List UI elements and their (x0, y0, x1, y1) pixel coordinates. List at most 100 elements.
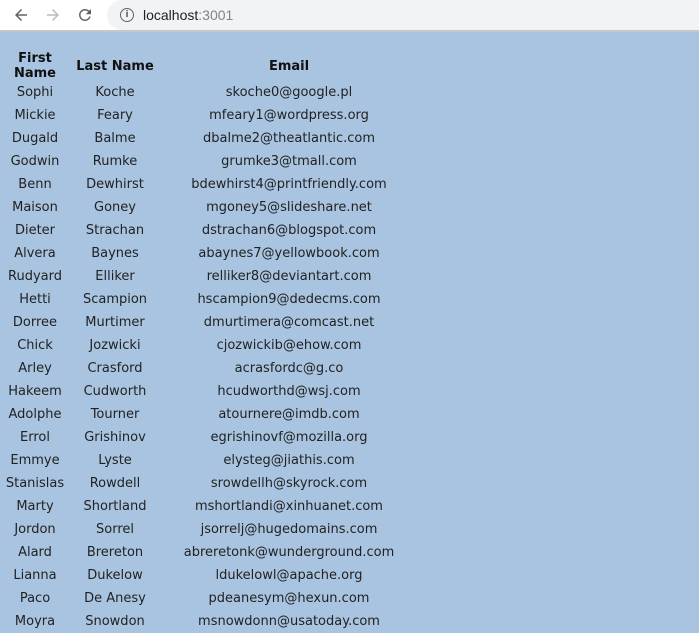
last-name-cell: Tourner (90, 407, 140, 422)
email-cell: hscampion9@dedecms.com (197, 292, 381, 307)
last-name-cell: De Anesy (84, 591, 146, 606)
email-cell: cjozwickib@ehow.com (216, 338, 362, 353)
last-name-cell: Feary (97, 108, 133, 123)
header-first-name: First Name (13, 51, 56, 81)
first-name-cell: Maison (12, 200, 58, 215)
email-cell: elysteg@jiathis.com (223, 453, 355, 468)
email-cell: msnowdonn@usatoday.com (198, 614, 380, 629)
email-cell: dstrachan6@blogspot.com (201, 223, 377, 238)
back-button[interactable] (5, 0, 37, 30)
last-name-cell: Dewhirst (86, 177, 144, 192)
table-row: Moyra Snowdon msnowdonn@usatoday.com (0, 610, 418, 633)
users-table: First Name Last Name Email Sophi Koche sko… (0, 51, 418, 633)
last-name-cell: Strachan (85, 223, 145, 238)
email-cell: acrasfordc@g.co (234, 361, 344, 376)
table-header-row: First Name Last Name Email (0, 51, 418, 81)
email-cell: mshortlandi@xinhuanet.com (195, 499, 383, 514)
email-cell: dbalme2@theatlantic.com (203, 131, 375, 146)
table-row: Paco De Anesy pdeanesym@hexun.com (0, 587, 418, 610)
first-name-cell: Emmye (10, 453, 60, 468)
email-cell: pdeanesym@hexun.com (208, 591, 370, 606)
first-name-cell: Dieter (14, 223, 56, 238)
first-name-cell: Chick (17, 338, 53, 353)
first-name-cell: Marty (16, 499, 54, 514)
email-cell: mgoney5@slideshare.net (206, 200, 372, 215)
email-cell: atournere@imdb.com (218, 407, 360, 422)
email-cell: egrishinovf@mozilla.org (210, 430, 368, 445)
last-name-cell: Scampion (82, 292, 148, 307)
first-name-cell: Benn (18, 177, 52, 192)
header-email: Email (268, 58, 310, 74)
url-port: :3001 (198, 7, 234, 23)
last-name-cell: Baynes (91, 246, 139, 261)
arrow-left-icon (15, 9, 27, 21)
table-row: Alvera Baynes abaynes7@yellowbook.com (0, 242, 418, 265)
table-row: Alard Brereton abreretonk@wunderground.com (0, 541, 418, 564)
first-name-cell: Mickie (14, 108, 56, 123)
last-name-cell: Brereton (86, 545, 144, 560)
last-name-cell: Rumke (92, 154, 138, 169)
table-row: Errol Grishinov egrishinovf@mozilla.org (0, 426, 418, 449)
last-name-cell: Cudworth (83, 384, 147, 399)
email-cell: mfeary1@wordpress.org (209, 108, 369, 123)
last-name-cell: Sorrel (96, 522, 134, 537)
email-cell: srowdellh@skyrock.com (210, 476, 368, 491)
last-name-cell: Balme (94, 131, 136, 146)
table-body: Sophi Koche skoche0@google.pl Mickie Feary mf… (0, 81, 418, 633)
table-row: Stanislas Rowdell srowdellh@skyrock.com (0, 472, 418, 495)
last-name-cell: Murtimer (85, 315, 145, 330)
address-bar[interactable]: i localhost:3001 (107, 0, 699, 30)
last-name-cell: Lyste (98, 453, 132, 468)
table-row: Dieter Strachan dstrachan6@blogspot.com (0, 219, 418, 242)
last-name-cell: Koche (95, 85, 135, 100)
first-name-cell: Alard (18, 545, 52, 560)
first-name-cell: Lianna (13, 568, 57, 583)
first-name-cell: Alvera (14, 246, 56, 261)
table-row: Lianna Dukelow ldukelowl@apache.org (0, 564, 418, 587)
url-text[interactable]: localhost:3001 (143, 7, 233, 23)
info-icon[interactable]: i (120, 8, 134, 22)
table-row: Jordon Sorrel jsorrelj@hugedomains.com (0, 518, 418, 541)
first-name-cell: Hakeem (8, 384, 62, 399)
reload-icon (78, 8, 91, 21)
table-row: Maison Goney mgoney5@slideshare.net (0, 196, 418, 219)
reload-button[interactable] (69, 0, 101, 30)
table-row: Arley Crasford acrasfordc@g.co (0, 357, 418, 380)
first-name-cell: Paco (19, 591, 51, 606)
first-name-cell: Godwin (10, 154, 60, 169)
last-name-cell: Shortland (83, 499, 147, 514)
first-name-cell: Adolphe (8, 407, 62, 422)
last-name-cell: Crasford (87, 361, 143, 376)
table-row: Mickie Feary mfeary1@wordpress.org (0, 104, 418, 127)
first-name-cell: Sophi (16, 85, 54, 100)
table-row: Marty Shortland mshortlandi@xinhuanet.com (0, 495, 418, 518)
email-cell: jsorrelj@hugedomains.com (200, 522, 378, 537)
table-row: Chick Jozwicki cjozwickib@ehow.com (0, 334, 418, 357)
last-name-cell: Rowdell (89, 476, 141, 491)
table-row: Hetti Scampion hscampion9@dedecms.com (0, 288, 418, 311)
table-row: Dugald Balme dbalme2@theatlantic.com (0, 127, 418, 150)
email-cell: abreretonk@wunderground.com (183, 545, 395, 560)
table-row: Emmye Lyste elysteg@jiathis.com (0, 449, 418, 472)
first-name-cell: Stanislas (5, 476, 65, 491)
table-row: Sophi Koche skoche0@google.pl (0, 81, 418, 104)
table-row: Godwin Rumke grumke3@tmall.com (0, 150, 418, 173)
email-cell: hcudworthd@wsj.com (217, 384, 361, 399)
last-name-cell: Goney (94, 200, 136, 215)
first-name-cell: Hetti (19, 292, 51, 307)
first-name-cell: Moyra (14, 614, 56, 629)
first-name-cell: Dorree (12, 315, 58, 330)
table-row: Hakeem Cudworth hcudworthd@wsj.com (0, 380, 418, 403)
email-cell: ldukelowl@apache.org (215, 568, 363, 583)
email-cell: skoche0@google.pl (225, 85, 353, 100)
email-cell: dmurtimera@comcast.net (203, 315, 375, 330)
header-last-name: Last Name (76, 58, 154, 74)
email-cell: relliker8@deviantart.com (206, 269, 372, 284)
table-row: Adolphe Tourner atournere@imdb.com (0, 403, 418, 426)
url-host: localhost (143, 7, 199, 23)
email-cell: grumke3@tmall.com (221, 154, 357, 169)
last-name-cell: Snowdon (85, 614, 145, 629)
forward-button[interactable] (37, 0, 69, 30)
table-row: Dorree Murtimer dmurtimera@comcast.net (0, 311, 418, 334)
page-content: First Name Last Name Email Sophi Koche sko… (0, 32, 699, 633)
